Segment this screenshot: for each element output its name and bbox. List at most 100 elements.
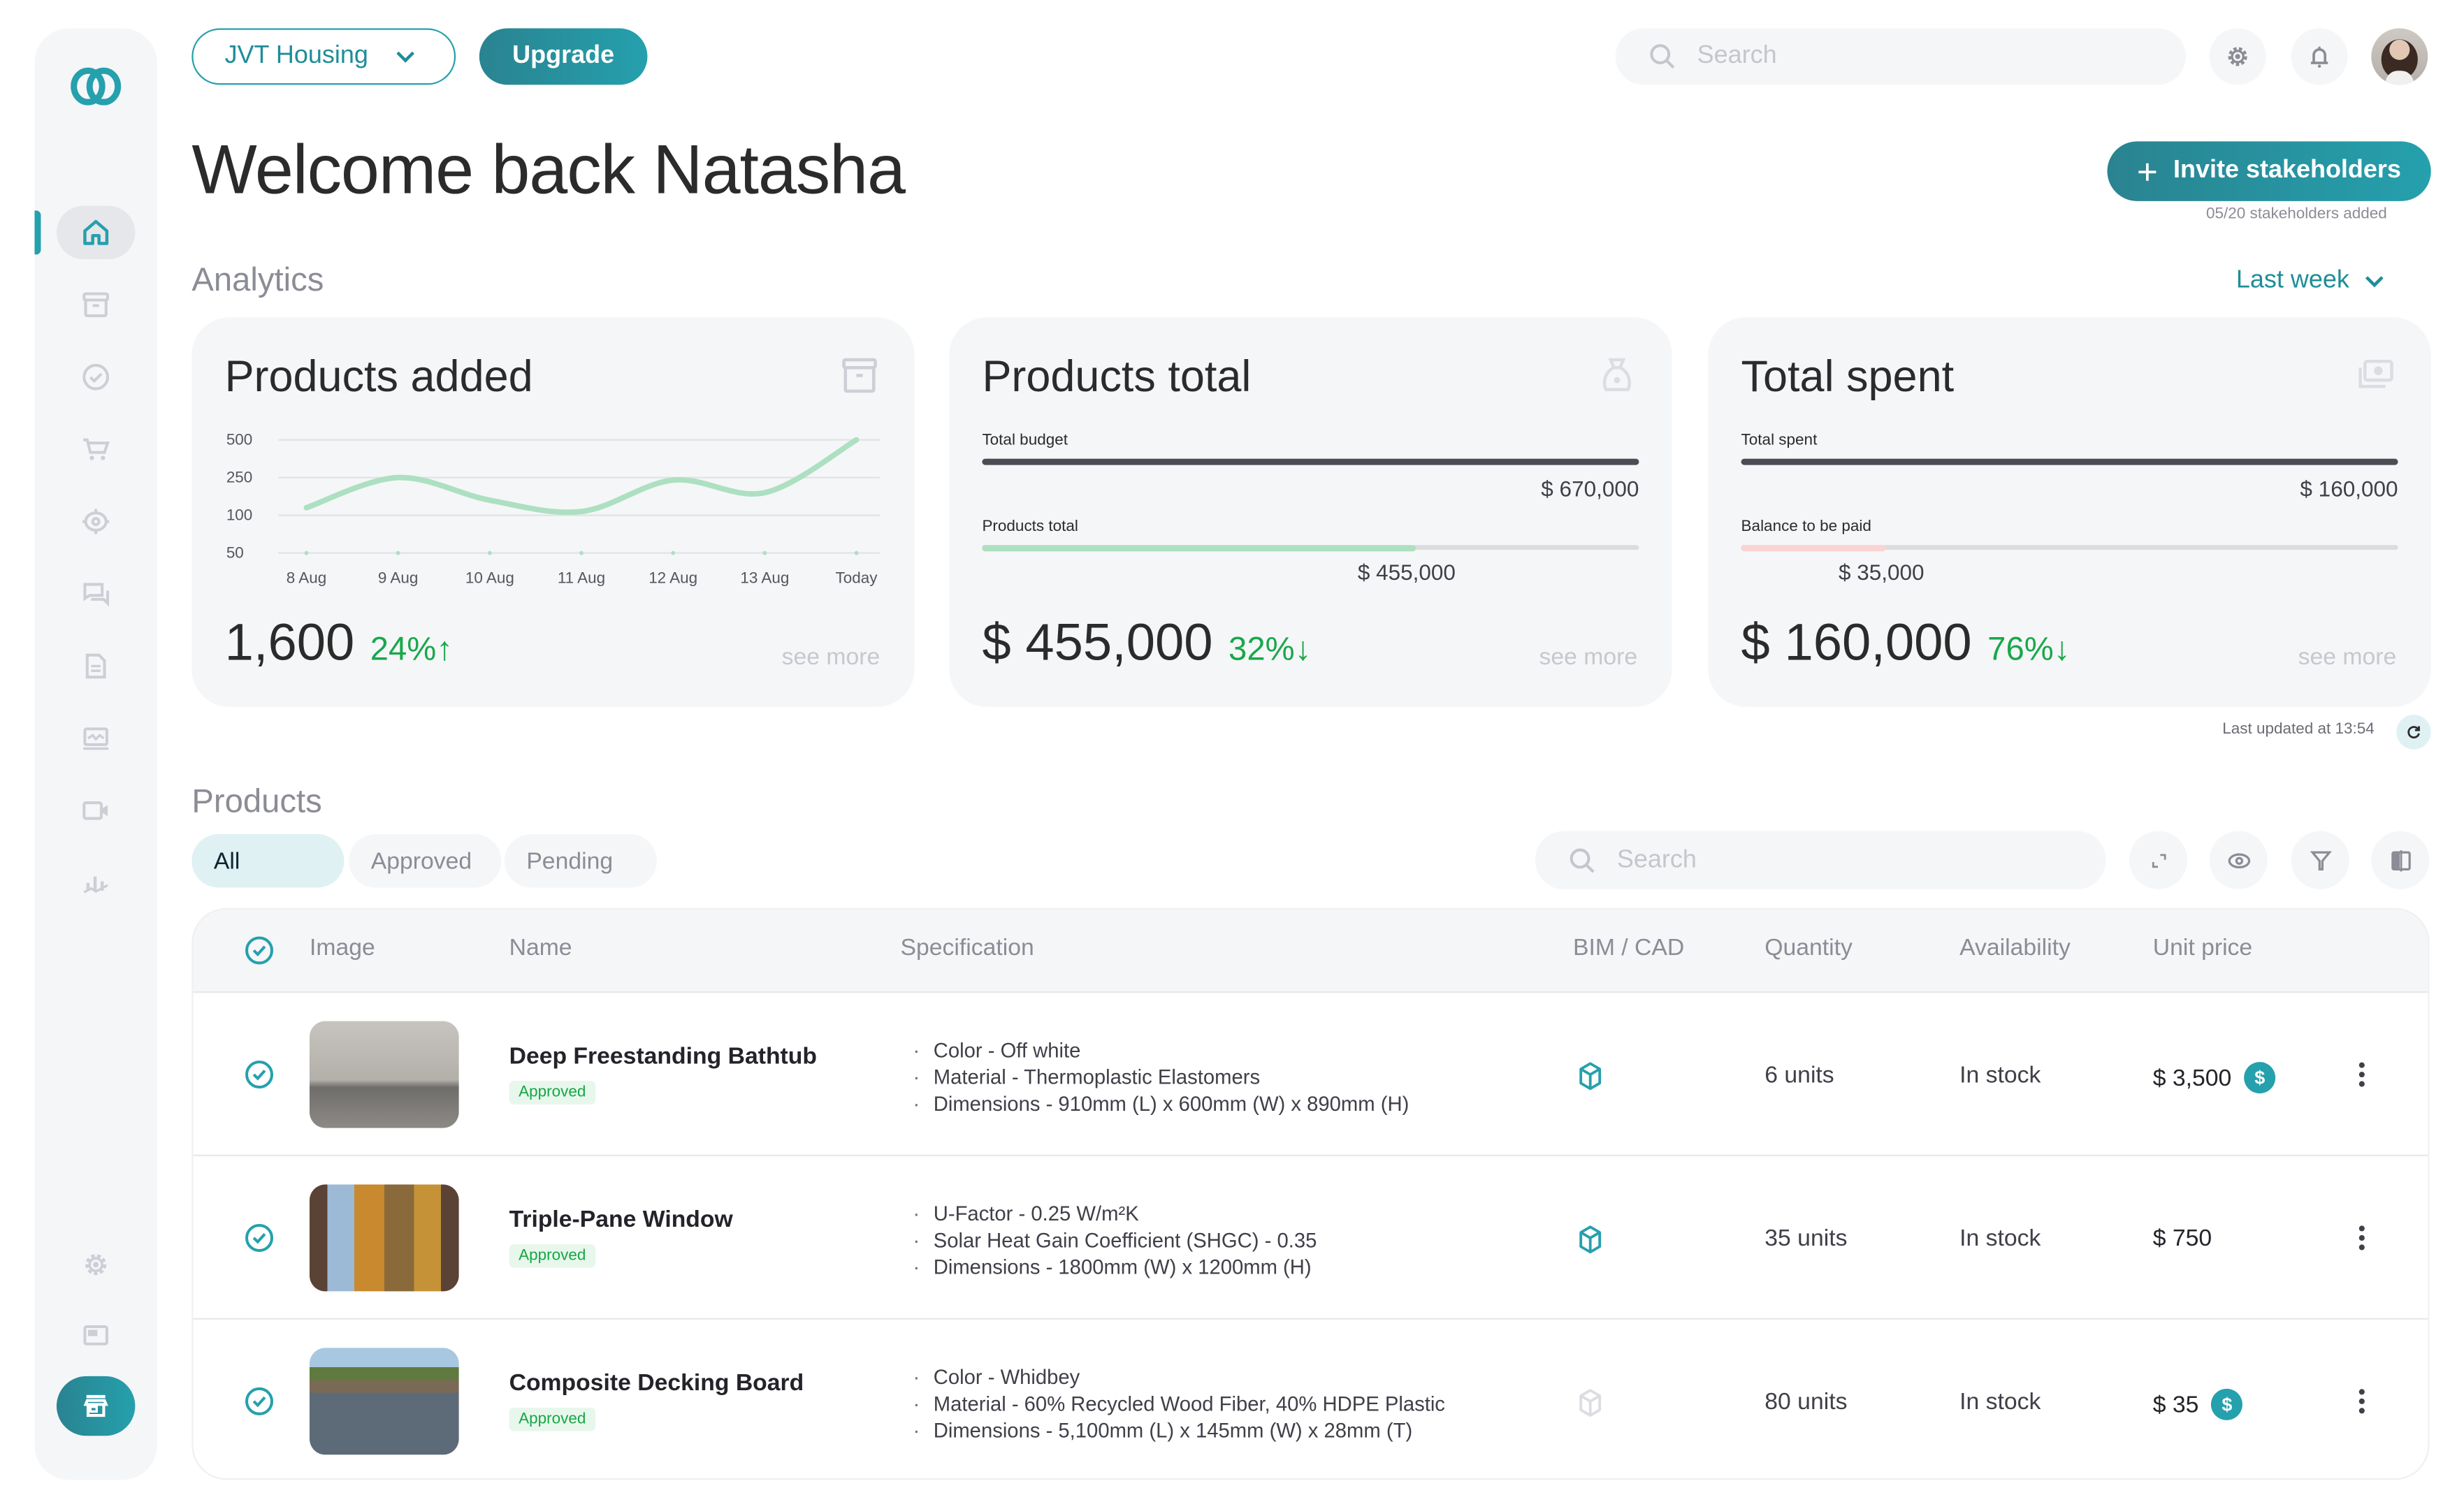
column-header-quantity[interactable]: Quantity — [1764, 935, 1853, 961]
chat-icon — [83, 583, 110, 607]
global-search-input[interactable]: Search — [1615, 28, 2186, 85]
column-header-image[interactable]: Image — [310, 935, 375, 961]
tab-pending[interactable]: Pending — [504, 834, 657, 888]
document-icon — [85, 653, 106, 679]
products-table: Image Name Specification BIM / CAD Quant… — [191, 907, 2430, 1480]
invite-stakeholders-button[interactable]: Invite stakeholders — [2107, 141, 2431, 201]
expand-button[interactable] — [2129, 831, 2188, 889]
sidebar-item-messages[interactable] — [57, 567, 135, 620]
sidebar-item-meetings[interactable] — [57, 784, 135, 837]
sidebar-item-layout[interactable] — [57, 1308, 135, 1362]
tab-approved[interactable]: Approved — [349, 834, 502, 888]
product-name[interactable]: Deep Freestanding Bathtub — [509, 1043, 817, 1070]
price-value: $ 750 — [2152, 1225, 2212, 1253]
workspace-selector[interactable]: JVT Housing — [191, 28, 456, 85]
y-tick-label: 250 — [226, 468, 253, 486]
settings-button[interactable] — [2209, 28, 2266, 85]
spec-line: Material - Thermoplastic Elastomers — [913, 1063, 1409, 1090]
total-spent-track — [1741, 458, 2398, 465]
x-tick-label: 11 Aug — [558, 569, 605, 586]
search-placeholder: Search — [1697, 42, 1777, 69]
sidebar-item-orders[interactable] — [57, 423, 135, 476]
total-budget-fill — [982, 458, 1639, 465]
dollar-coin-icon[interactable]: $ — [2244, 1062, 2276, 1094]
see-more-link[interactable]: see more — [2298, 644, 2397, 671]
more-options-icon[interactable] — [2349, 1059, 2375, 1091]
table-row[interactable]: Deep Freestanding Bathtub Approved Color… — [193, 991, 2428, 1155]
tab-all[interactable]: All — [191, 834, 345, 888]
products-added-chart: 50 100 250 500 8 Aug 9 Aug 10 Aug 11 Aug 12 Aug 1… — [226, 430, 880, 586]
filter-icon — [2309, 850, 2331, 870]
product-availability: In stock — [1959, 1062, 2041, 1089]
product-image[interactable] — [309, 1021, 459, 1128]
spec-line: U-Factor - 0.25 W/m²K — [913, 1200, 1317, 1227]
see-more-link[interactable]: see more — [782, 644, 880, 671]
cube-3d-icon[interactable] — [1574, 1224, 1606, 1255]
sidebar-item-tracking[interactable] — [57, 495, 135, 548]
table-row[interactable]: Composite Decking Board Approved Color -… — [193, 1318, 2428, 1478]
user-avatar[interactable] — [2371, 28, 2428, 85]
products-total-amount: $ 455,000 — [1357, 559, 1456, 585]
select-all-checkbox[interactable] — [244, 935, 275, 966]
product-name[interactable]: Composite Decking Board — [509, 1370, 804, 1397]
sidebar-item-settings[interactable] — [57, 1238, 135, 1291]
column-header-name[interactable]: Name — [509, 935, 572, 961]
avatar-shirt — [2385, 71, 2414, 85]
x-tick-label: 13 Aug — [740, 569, 789, 586]
x-tick-label: 12 Aug — [648, 569, 697, 586]
column-header-availability[interactable]: Availability — [1959, 935, 2071, 961]
bar-label-balance: Balance to be paid — [1741, 518, 1871, 536]
upgrade-button[interactable]: Upgrade — [479, 28, 648, 85]
product-image[interactable] — [309, 1184, 459, 1292]
workspace-name: JVT Housing — [224, 42, 368, 69]
eye-icon — [2227, 852, 2250, 868]
notifications-button[interactable] — [2291, 28, 2348, 85]
cube-3d-icon[interactable] — [1574, 1387, 1606, 1419]
products-search-input[interactable]: Search — [1535, 831, 2106, 889]
visibility-button[interactable] — [2209, 831, 2268, 889]
product-name[interactable]: Triple-Pane Window — [509, 1207, 733, 1233]
columns-button[interactable] — [2371, 831, 2430, 889]
x-tick-dot — [487, 551, 492, 555]
app-logo-icon[interactable] — [69, 66, 122, 106]
dollar-coin-icon[interactable]: $ — [2211, 1388, 2243, 1420]
x-tick-dot — [762, 551, 767, 555]
row-checkbox[interactable] — [244, 1059, 275, 1091]
delta-percent: 76% — [1987, 631, 2054, 668]
see-more-link[interactable]: see more — [1539, 644, 1638, 671]
sidebar-item-products[interactable] — [57, 278, 135, 331]
more-options-icon[interactable] — [2349, 1385, 2375, 1417]
refresh-button[interactable] — [2396, 715, 2431, 750]
period-selector[interactable]: Last week — [2236, 267, 2387, 295]
spec-line: Material - 60% Recycled Wood Fiber, 40% … — [913, 1390, 1445, 1417]
sidebar-item-home[interactable] — [56, 205, 136, 260]
column-header-unit-price[interactable]: Unit price — [2153, 935, 2252, 961]
table-row[interactable]: Triple-Pane Window Approved U-Factor - 0… — [193, 1154, 2428, 1318]
more-options-icon[interactable] — [2349, 1222, 2375, 1253]
window-icon — [83, 1325, 108, 1346]
x-tick-label: 9 Aug — [378, 569, 418, 586]
filter-button[interactable] — [2291, 831, 2349, 889]
sidebar-item-analytics[interactable] — [57, 856, 135, 910]
last-updated-text: Last updated at 13:54 — [2222, 721, 2375, 738]
metric-delta: 32%↓ — [1229, 632, 1311, 668]
sidebar-item-documents[interactable] — [57, 639, 135, 692]
product-image[interactable] — [309, 1348, 459, 1455]
x-tick-dot — [854, 551, 859, 555]
search-icon — [1570, 847, 1595, 873]
cube-3d-icon[interactable] — [1574, 1060, 1606, 1092]
product-quantity: 6 units — [1764, 1062, 1834, 1089]
chevron-down-icon — [397, 51, 415, 63]
spec-line: Color - Whidbey — [913, 1364, 1444, 1390]
row-checkbox[interactable] — [244, 1385, 275, 1417]
sidebar-item-reports[interactable] — [57, 712, 135, 765]
column-header-bim-cad[interactable]: BIM / CAD — [1573, 935, 1684, 961]
series-line-products-added — [303, 437, 860, 516]
row-checkbox[interactable] — [244, 1222, 275, 1253]
home-icon — [83, 219, 109, 245]
sidebar-item-store[interactable] — [56, 1376, 136, 1436]
column-header-specification[interactable]: Specification — [901, 935, 1034, 961]
sidebar-item-approvals[interactable] — [57, 350, 135, 403]
total-spent-amount: $ 160,000 — [2300, 476, 2398, 502]
metric-value: $ 455,000 — [982, 612, 1213, 671]
